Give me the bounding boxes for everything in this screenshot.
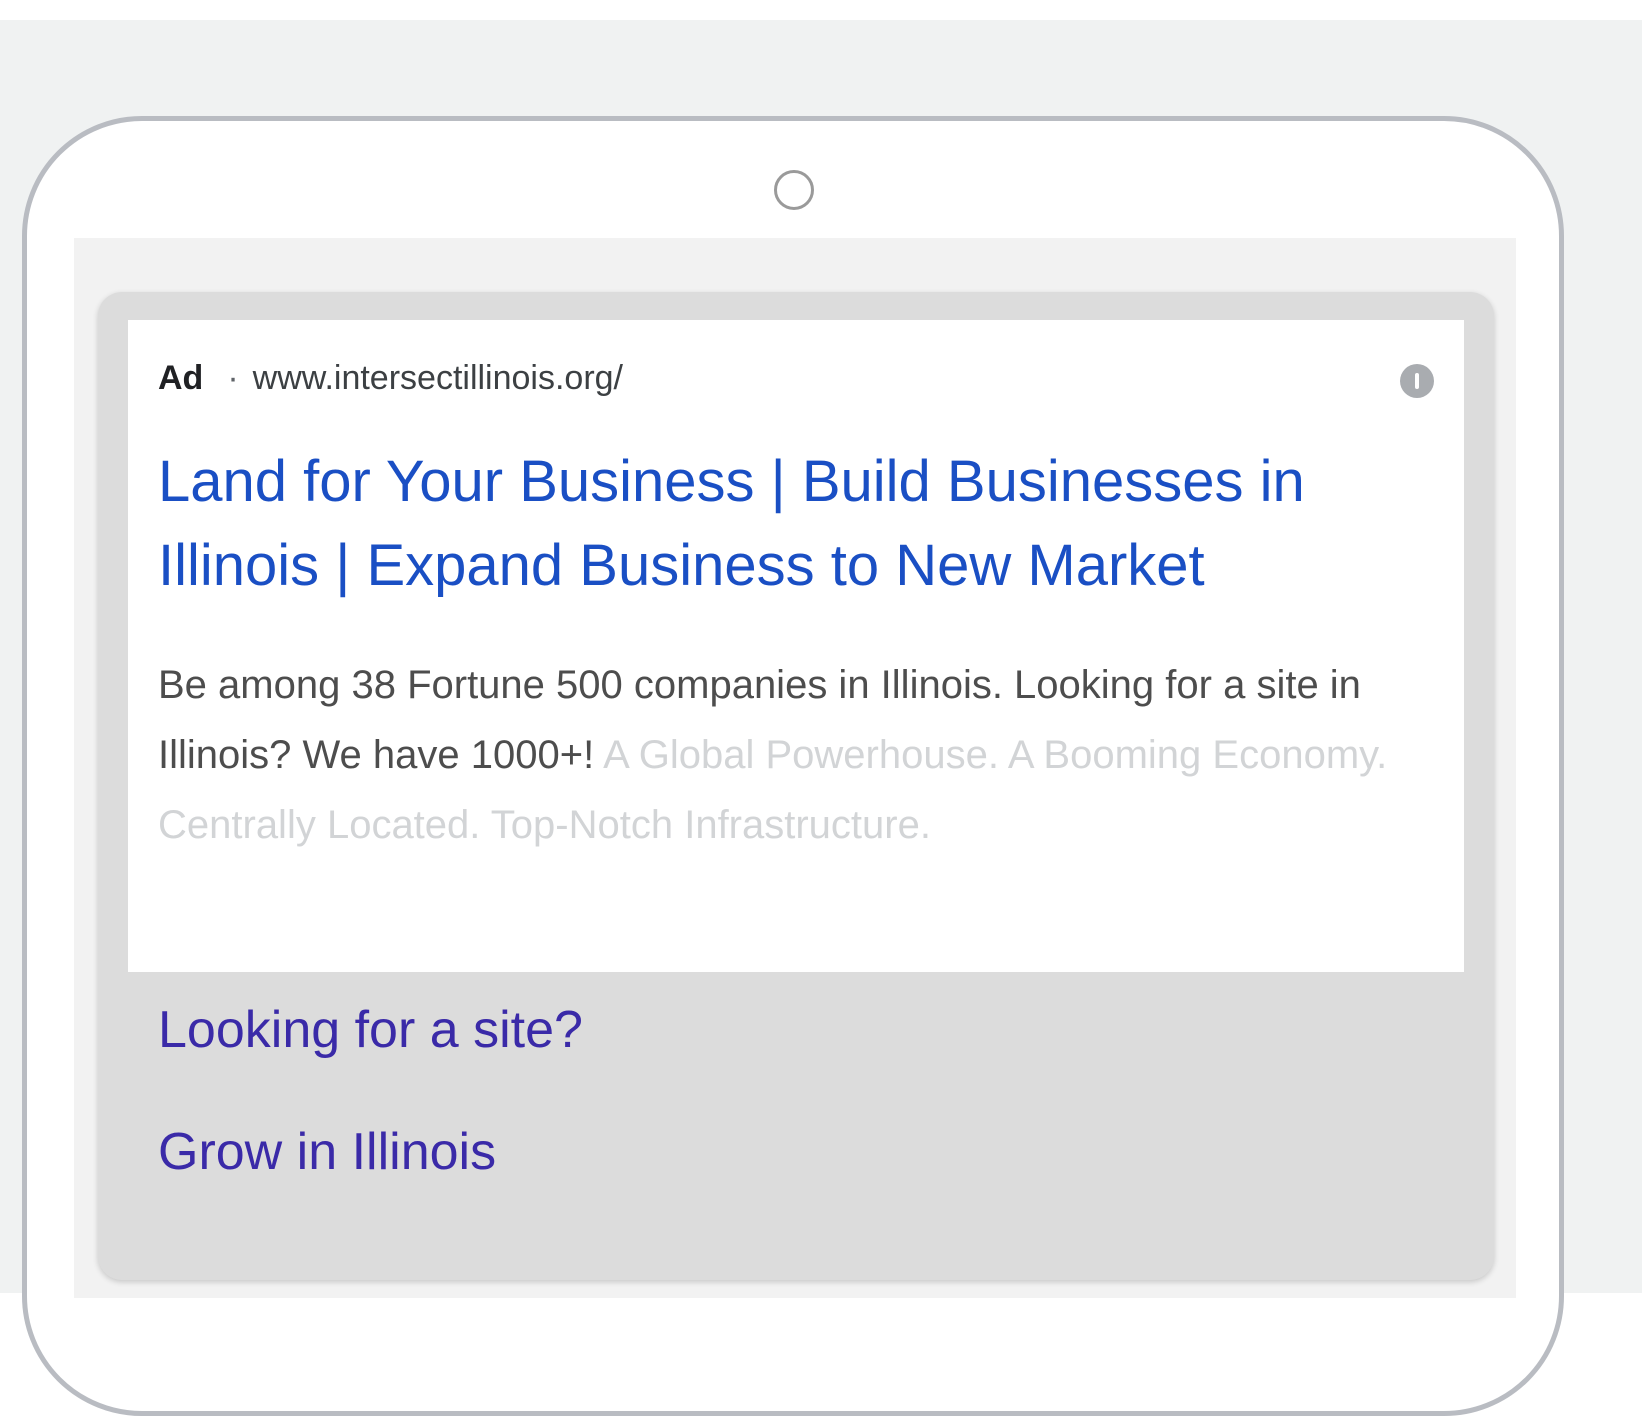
ad-attribution-line: Ad · www.intersectillinois.org/ [158,356,1434,400]
ad-display-url[interactable]: www.intersectillinois.org/ [253,359,623,398]
sitelink-grow-in-illinois[interactable]: Grow in Illinois [158,1122,496,1182]
ad-label: Ad [158,358,204,397]
search-ad-card: Ad · www.intersectillinois.org/ Land for… [98,292,1494,1280]
ad-headline-line-1: Land for Your Business | Build Businesse… [158,449,1305,514]
ad-description: Be among 38 Fortune 500 companies in Ill… [158,650,1434,860]
ad-headline-line-2: Illinois | Expand Business to New Market [158,533,1205,598]
ad-separator: · [227,358,239,397]
camera-icon [774,170,814,210]
ad-headline-link[interactable]: Land for Your Business | Build Businesse… [158,440,1434,608]
sitelink-looking-for-a-site[interactable]: Looking for a site? [158,1000,583,1060]
info-icon[interactable] [1400,364,1434,398]
ad-body: Ad · www.intersectillinois.org/ Land for… [128,320,1464,972]
